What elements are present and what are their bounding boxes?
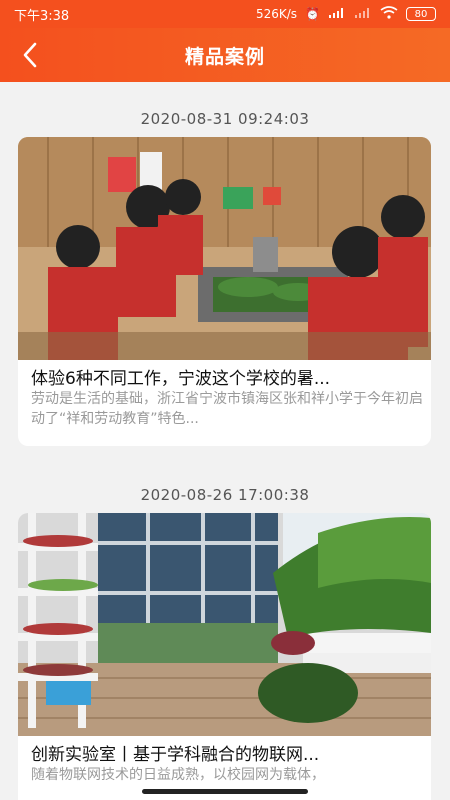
case-summary: 劳动是生活的基础，浙江省宁波市镇海区张和祥小学于今年初启动了“祥和劳动教育”特色…	[31, 391, 423, 427]
case-image	[18, 137, 431, 360]
network-speed: 526K/s	[255, 7, 298, 21]
status-indicators: 526K/s ⏰ 80	[256, 6, 436, 22]
case-card[interactable]: 创新实验室丨基于学科融合的物联网... 随着物联网技术的日益成熟，以校园网为载体…	[18, 513, 431, 800]
page-title: 精品案例	[184, 45, 265, 68]
hd-signal-icon	[328, 7, 346, 22]
signal-icon	[354, 7, 372, 22]
alarm-clock-icon: ⏰	[305, 7, 320, 21]
case-title: 创新实验室丨基于学科融合的物联网...	[31, 745, 320, 765]
case-date: 2020-08-26 17:00:38	[140, 486, 310, 504]
wifi-icon	[380, 6, 398, 22]
home-indicator[interactable]	[142, 789, 308, 794]
case-image	[18, 513, 431, 736]
chevron-left-icon	[23, 42, 37, 68]
case-summary: 随着物联网技术的日益成熟，以校园网为载体，	[31, 767, 325, 783]
status-time: 下午3:38	[14, 8, 70, 24]
app-bar: 精品案例	[0, 28, 450, 82]
status-bar: 下午3:38 526K/s ⏰ 80	[0, 0, 450, 28]
back-button[interactable]	[10, 34, 50, 76]
battery-icon: 80	[406, 7, 436, 21]
case-date: 2020-08-31 09:24:03	[140, 110, 310, 128]
case-list[interactable]: 2020-08-31 09:24:03 体验6种不同工作，宁波这个学校的暑...…	[0, 82, 450, 800]
case-title: 体验6种不同工作，宁波这个学校的暑...	[31, 369, 331, 389]
case-card[interactable]: 体验6种不同工作，宁波这个学校的暑... 劳动是生活的基础，浙江省宁波市镇海区张…	[18, 137, 431, 446]
